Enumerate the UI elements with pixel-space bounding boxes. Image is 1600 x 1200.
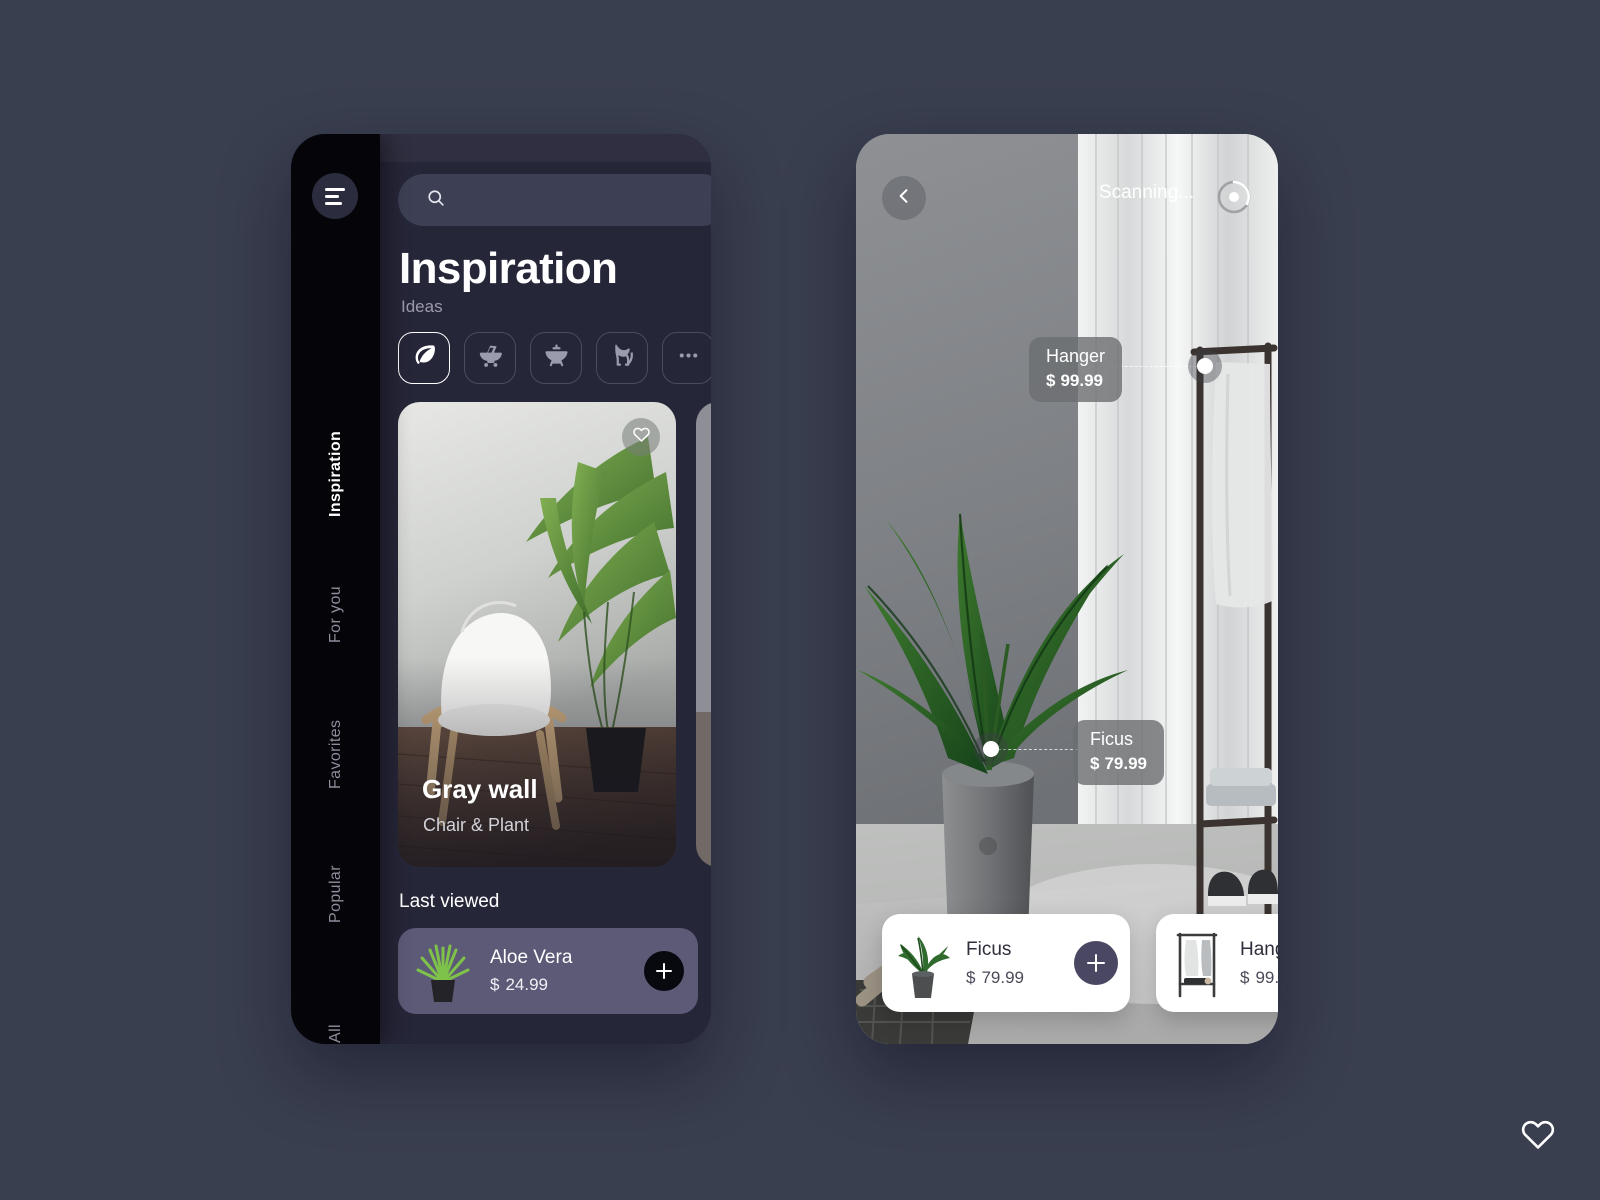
category-chip-more[interactable] <box>662 332 711 384</box>
cat-icon <box>609 342 636 374</box>
ar-marker-hanger[interactable] <box>1197 358 1213 374</box>
product-thumbnail <box>412 938 474 1004</box>
more-icon <box>675 342 702 374</box>
product-info: Aloe Vera $24.99 <box>490 947 644 995</box>
search-bar[interactable] <box>398 174 711 226</box>
ar-phone-frame: Scanning... Hanger $99.99 Ficus $79.99 F… <box>856 134 1278 1044</box>
price-value: 99.99 <box>1060 371 1104 390</box>
hero-card-title: Gray wall <box>422 774 538 804</box>
hero-card-photo <box>696 402 711 867</box>
chevron-left-icon <box>894 186 914 211</box>
ar-camera-view <box>856 134 1278 1044</box>
last-viewed-item[interactable]: Aloe Vera $24.99 <box>398 928 698 1014</box>
product-price: $24.99 <box>490 975 644 995</box>
last-viewed-label: Last viewed <box>399 891 500 912</box>
ar-connector-line <box>1110 366 1202 367</box>
currency-symbol: $ <box>966 967 976 987</box>
product-price: $79.99 <box>966 968 1074 988</box>
ar-product-card-ficus[interactable]: Ficus $79.99 <box>882 914 1130 1012</box>
add-to-cart-button[interactable] <box>1074 941 1118 985</box>
product-name: Ficus <box>966 938 1012 960</box>
inspiration-phone-frame: Inspiration Ideas Gray wall Chair & Plan… <box>291 134 711 1044</box>
heart-icon <box>632 425 651 449</box>
ar-tag-price: $99.99 <box>1046 371 1105 391</box>
price-value: 79.99 <box>981 967 1025 987</box>
product-price: $99.99 <box>1240 968 1278 988</box>
price-value: 79.99 <box>1104 754 1148 773</box>
ar-product-card-list: Ficus $79.99 Han $ 99 <box>882 914 1278 1012</box>
ar-product-card-hanger[interactable]: Hanger $99.99 <box>1156 914 1278 1012</box>
category-chip-plants[interactable] <box>398 332 450 384</box>
menu-icon-line <box>325 194 339 198</box>
ar-tag-name: Ficus <box>1090 729 1134 749</box>
corner-favorite-icon[interactable] <box>1518 1116 1558 1158</box>
currency-symbol: $ <box>1090 754 1100 773</box>
hero-card-gray-wall[interactable]: Gray wall Chair & Plant <box>398 402 676 867</box>
product-name: Aloe Vera <box>490 947 573 968</box>
product-info: Ficus $79.99 <box>966 939 1074 988</box>
page-title: Inspiration <box>399 244 618 293</box>
sidebar-item-inspiration[interactable]: Inspiration <box>327 404 345 544</box>
ar-marker-ficus[interactable] <box>983 741 999 757</box>
hero-card-next[interactable] <box>696 402 711 867</box>
add-to-cart-button[interactable] <box>644 951 684 991</box>
currency-symbol: $ <box>1046 371 1056 390</box>
page-subtitle: Ideas <box>401 297 443 316</box>
product-thumbnail <box>894 926 952 1000</box>
sidebar-item-favorites[interactable]: Favorites <box>327 684 345 824</box>
product-info: Hanger $99.99 <box>1240 939 1278 988</box>
price-value: 24.99 <box>505 975 549 994</box>
search-icon <box>426 188 446 213</box>
ar-tag-ficus[interactable]: Ficus $79.99 <box>1073 720 1165 785</box>
currency-symbol: $ <box>1240 967 1250 987</box>
sidebar-nav: Inspiration For you Favorites Popular Al… <box>291 404 380 1044</box>
menu-button[interactable] <box>312 173 358 219</box>
currency-symbol: $ <box>490 975 500 994</box>
inspiration-screen: Inspiration Ideas Gray wall Chair & Plan… <box>291 134 711 1044</box>
price-value: 99.99 <box>1255 967 1278 987</box>
menu-icon-line <box>325 201 342 205</box>
leaf-icon <box>411 342 438 374</box>
ar-connector-line <box>998 749 1078 750</box>
hero-card-list: Gray wall Chair & Plant <box>398 402 711 867</box>
favorite-button[interactable] <box>622 418 660 456</box>
scan-target-icon[interactable] <box>1214 177 1254 217</box>
hero-card-subtitle: Chair & Plant <box>423 815 530 835</box>
search-input[interactable] <box>458 191 658 209</box>
ar-tag-hanger[interactable]: Hanger $99.99 <box>1029 337 1123 402</box>
grill-icon <box>543 342 570 374</box>
scan-status-text: Scanning... <box>1098 182 1194 203</box>
stroller-icon <box>477 342 504 374</box>
product-thumbnail <box>1168 926 1226 1000</box>
category-chip-pets[interactable] <box>596 332 648 384</box>
menu-icon-line <box>325 187 345 191</box>
category-chip-list <box>398 332 711 384</box>
sidebar-item-for-you[interactable]: For you <box>327 544 345 684</box>
category-chip-baby[interactable] <box>464 332 516 384</box>
ar-tag-name: Hanger <box>1046 346 1106 366</box>
inspiration-content: Inspiration Ideas Gray wall Chair & Plan… <box>380 134 711 1044</box>
ar-tag-price: $79.99 <box>1090 754 1147 774</box>
category-chip-grill[interactable] <box>530 332 582 384</box>
back-button[interactable] <box>882 176 926 220</box>
sidebar-item-popular[interactable]: Popular <box>327 824 345 964</box>
sidebar-item-all[interactable]: All <box>327 964 345 1044</box>
sidebar-rail: Inspiration For you Favorites Popular Al… <box>291 134 380 1044</box>
ar-top-bar: Scanning... <box>856 134 1278 254</box>
product-name: Hanger <box>1240 938 1278 960</box>
